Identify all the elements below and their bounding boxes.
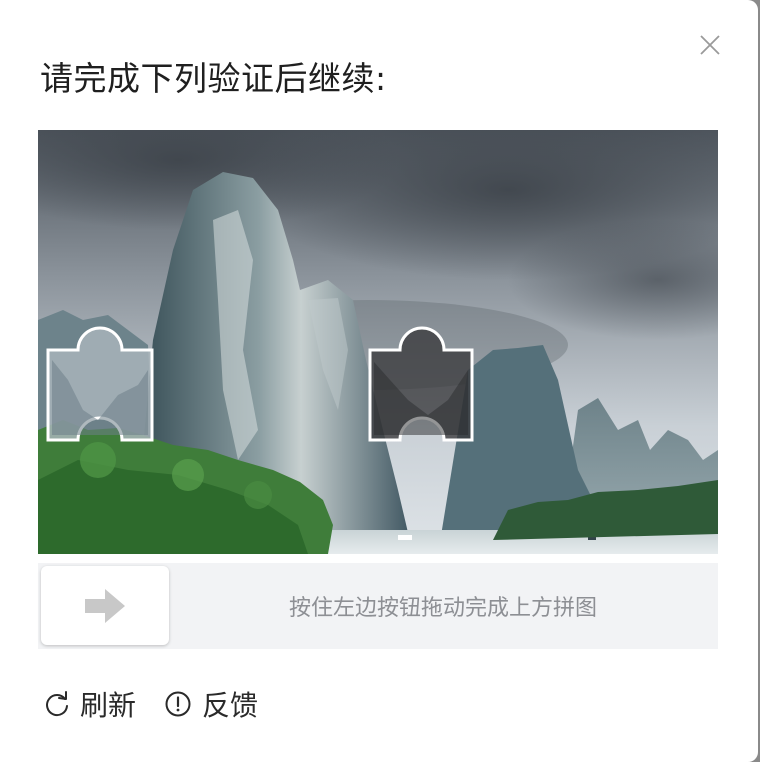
slider-track[interactable]: 按住左边按钮拖动完成上方拼图 [38,563,718,649]
feedback-button[interactable]: 反馈 [164,684,258,724]
close-button[interactable] [698,33,722,57]
refresh-label: 刷新 [80,689,137,722]
alert-circle-icon [165,691,191,717]
feedback-label: 反馈 [202,689,259,722]
close-icon [700,35,720,55]
arrow-right-icon [85,588,125,623]
dialog-title: 请完成下列验证后继续: [40,59,387,98]
puzzle-image [38,130,718,554]
refresh-icon [46,691,68,717]
landscape-image [38,130,718,554]
captcha-dialog: 请完成下列验证后继续: 按住左边按钮拖动完成上方拼图 刷新 反馈 [0,0,758,762]
refresh-button[interactable]: 刷新 [44,684,136,724]
slider-handle[interactable] [41,566,169,645]
slider-hint: 按住左边按钮拖动完成上方拼图 [288,596,597,621]
